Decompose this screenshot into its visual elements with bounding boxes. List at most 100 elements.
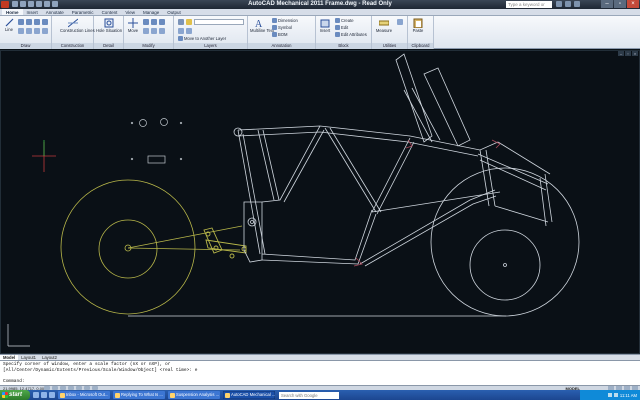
- taskbar-item-suspension[interactable]: Suspension Analysis ...: [168, 391, 220, 399]
- command-history-line-2: [All/Center/Dynamic/Extents/Previous/Sca…: [3, 367, 198, 373]
- construction-lines-button[interactable]: Construction Lines: [60, 18, 95, 33]
- dimension-icon: [272, 18, 277, 23]
- taskbar-item-autocad[interactable]: AutoCAD Mechanical ...: [223, 391, 275, 399]
- volume-icon[interactable]: [613, 393, 618, 397]
- ucs-icon: [7, 324, 30, 347]
- mirror-icon[interactable]: [159, 19, 165, 25]
- bom-icon: [272, 32, 277, 37]
- tab-manage[interactable]: Manage: [139, 9, 163, 15]
- swingarm: [127, 225, 243, 251]
- rectangle-icon[interactable]: [42, 19, 48, 25]
- panel-title-layers: Layers: [174, 43, 247, 49]
- keyword-search-input[interactable]: Type a keyword or phrase: [506, 1, 552, 14]
- circle-icon[interactable]: [26, 19, 32, 25]
- layer-freeze-icon[interactable]: [178, 28, 184, 34]
- create-block-button[interactable]: Create: [335, 18, 354, 23]
- hatch-icon[interactable]: [26, 28, 32, 34]
- close-viewport-icon[interactable]: ×: [632, 51, 638, 56]
- command-window[interactable]: Specify corner of window, enter a scale …: [0, 360, 640, 385]
- taskbar-item-reply[interactable]: Replying To What Is ...: [113, 391, 165, 399]
- panel-layers: Move to Another Layer Layers: [174, 16, 248, 49]
- network-icon[interactable]: [607, 393, 612, 397]
- command-prompt[interactable]: Command:: [3, 379, 25, 385]
- hole-situation-button[interactable]: Hole Situation: [96, 18, 122, 33]
- panel-title-construction: Construction: [52, 43, 93, 49]
- tab-content[interactable]: Content: [98, 9, 122, 15]
- browser-icon[interactable]: [33, 392, 39, 398]
- hole-icon: [104, 18, 114, 28]
- fillet-icon[interactable]: [151, 28, 157, 34]
- measure-icon: [379, 20, 389, 26]
- panel-title-block: Block: [316, 43, 371, 49]
- move-button[interactable]: Move: [126, 18, 140, 33]
- arc-icon[interactable]: [34, 19, 40, 25]
- quick-launch: [33, 392, 55, 398]
- move-to-another-layer-button[interactable]: Move to Another Layer: [178, 36, 226, 41]
- desktop-icon[interactable]: [49, 392, 55, 398]
- minimize-button[interactable]: –: [601, 0, 613, 8]
- layer-move-icon: [178, 36, 183, 41]
- minimize-viewport-icon[interactable]: –: [618, 51, 624, 56]
- layer-properties-icon[interactable]: [178, 19, 184, 25]
- edit-icon: [335, 25, 340, 30]
- panel-draw: Line Draw: [0, 16, 52, 49]
- system-tray: 11:11 AM: [580, 390, 640, 400]
- point-icon[interactable]: [42, 28, 48, 34]
- frame-drawing: [0, 50, 640, 354]
- tab-output[interactable]: Output: [163, 9, 185, 15]
- symbol-button[interactable]: Symbol: [272, 25, 292, 30]
- svg-text:A: A: [255, 19, 263, 28]
- measure-button[interactable]: Measure: [375, 18, 393, 33]
- close-button[interactable]: ×: [627, 0, 639, 8]
- panel-annotation: A Multiline Text Dimension Symbol BOM An…: [248, 16, 316, 49]
- restore-viewport-icon[interactable]: ▫: [625, 51, 631, 56]
- dimension-button[interactable]: Dimension: [272, 18, 298, 23]
- tab-insert[interactable]: Insert: [23, 9, 42, 15]
- ribbon-tabs: Home Insert Annotate Parametric Content …: [0, 9, 640, 16]
- mail-icon[interactable]: [41, 392, 47, 398]
- paste-button[interactable]: Paste: [411, 18, 425, 33]
- construction-line-icon: [68, 18, 78, 28]
- panel-title-detail: Detail: [94, 43, 123, 49]
- multiline-text-button[interactable]: A Multiline Text: [250, 18, 274, 33]
- window-controls: – ▫ ×: [601, 0, 639, 8]
- tab-parametric[interactable]: Parametric: [68, 9, 98, 15]
- binoculars-icon[interactable]: [556, 1, 562, 7]
- clock[interactable]: 11:11 AM: [620, 393, 637, 398]
- viewport-controls: – ▫ ×: [618, 51, 638, 56]
- tab-home[interactable]: Home: [2, 9, 23, 15]
- taskbar-item-outlook[interactable]: Inbox - Microsoft Out...: [58, 391, 110, 399]
- spline-icon[interactable]: [34, 28, 40, 34]
- ellipse-icon[interactable]: [18, 28, 24, 34]
- move-icon: [128, 18, 138, 28]
- panel-title-annotation: Annotation: [248, 43, 315, 49]
- calculator-icon[interactable]: [397, 19, 403, 25]
- start-button[interactable]: start: [0, 390, 30, 400]
- edit-block-button[interactable]: Edit: [335, 25, 348, 30]
- trim-icon[interactable]: [143, 28, 149, 34]
- insert-button[interactable]: Insert: [318, 18, 332, 33]
- layer-dropdown[interactable]: [194, 19, 244, 25]
- panel-title-modify: Modify: [124, 43, 173, 49]
- rotate-icon[interactable]: [151, 19, 157, 25]
- autocad-window: AutoCAD Mechanical 2011 Frame.dwg - Read…: [0, 0, 640, 400]
- help-icon[interactable]: [574, 1, 580, 7]
- paste-icon: [413, 18, 423, 28]
- line-button[interactable]: Line: [3, 18, 15, 32]
- copy-icon[interactable]: [143, 19, 149, 25]
- layer-lock-icon[interactable]: [186, 28, 192, 34]
- lightbulb-icon[interactable]: [186, 19, 192, 25]
- panel-title-draw: Draw: [0, 43, 51, 49]
- edit-attributes-button[interactable]: Edit Attributes: [335, 32, 367, 37]
- panel-title-clipboard: Clipboard: [408, 43, 433, 49]
- google-search-input[interactable]: Search with Google: [279, 391, 339, 399]
- text-icon: A: [255, 19, 263, 28]
- drawing-canvas[interactable]: – ▫ ×: [0, 50, 640, 354]
- star-icon[interactable]: [565, 1, 571, 7]
- tab-view[interactable]: View: [121, 9, 139, 15]
- tab-annotate[interactable]: Annotate: [42, 9, 68, 15]
- erase-icon[interactable]: [159, 28, 165, 34]
- bom-button[interactable]: BOM: [272, 32, 288, 37]
- polyline-icon[interactable]: [18, 19, 24, 25]
- maximize-button[interactable]: ▫: [614, 0, 626, 8]
